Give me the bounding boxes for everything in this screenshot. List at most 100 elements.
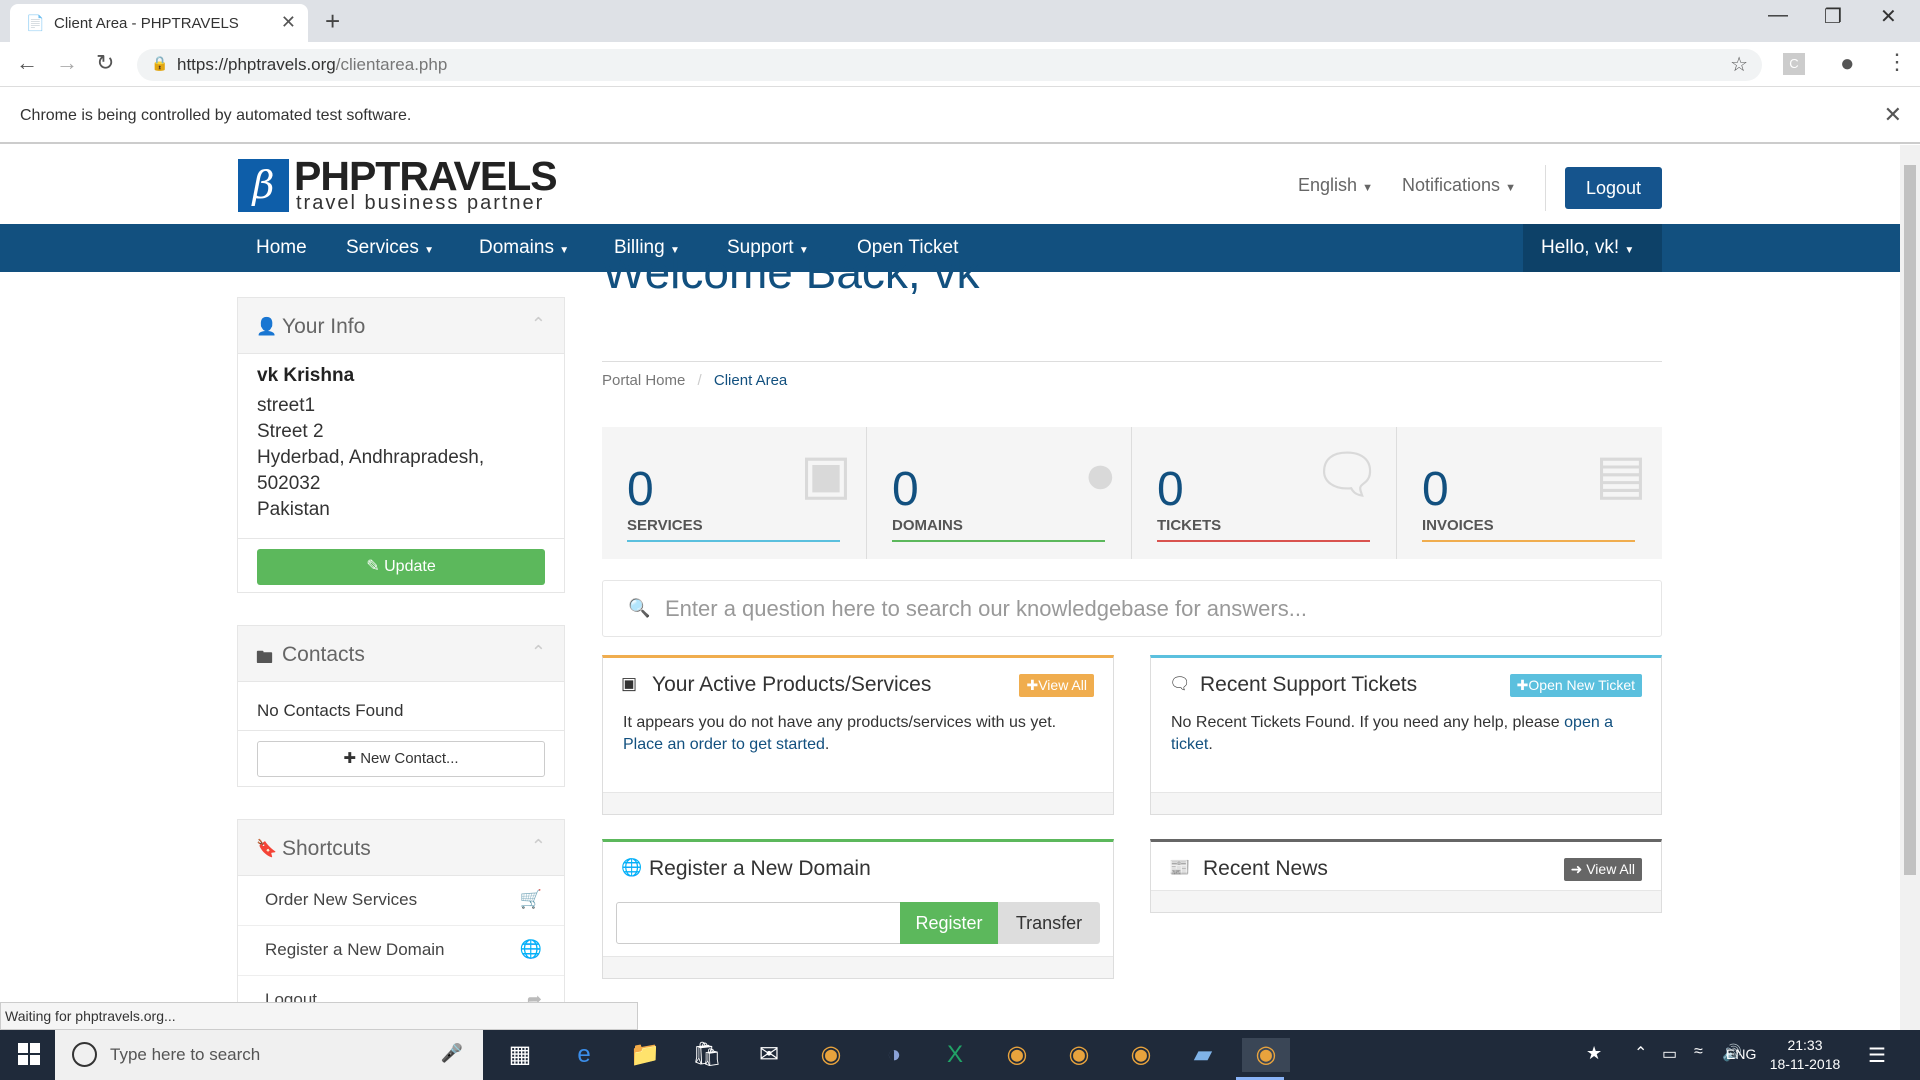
chrome-icon[interactable]: ◉ xyxy=(999,1038,1035,1072)
shortcut-register-domain[interactable]: Register a New Domain 🌐 xyxy=(238,926,564,976)
tray-chevron-up-icon[interactable]: ⌃ xyxy=(1634,1043,1647,1063)
stats-tiles: 0 SERVICES ▣ 0 DOMAINS ● 0 TICKETS 🗨 0 I… xyxy=(602,427,1662,559)
register-button[interactable]: Register xyxy=(900,902,998,944)
page-scrollbar[interactable] xyxy=(1900,145,1920,1030)
update-button[interactable]: ✎ Update xyxy=(257,549,545,585)
user-menu[interactable]: Hello, vk! ▼ xyxy=(1523,224,1662,272)
clock[interactable]: 21:33 18-11-2018 xyxy=(1760,1036,1850,1074)
address-line: 502032 xyxy=(257,473,321,494)
card-body: It appears you do not have any products/… xyxy=(623,714,1057,753)
chevron-up-icon[interactable]: ⌃ xyxy=(531,642,546,663)
view-all-products-button[interactable]: ✚View All xyxy=(1019,674,1094,697)
site-logo[interactable]: β PHPTRAVELS travel business partner xyxy=(238,153,570,214)
forward-icon[interactable]: → xyxy=(56,50,78,76)
new-contact-button[interactable]: ✚ New Contact... xyxy=(257,741,545,777)
stat-value: 0 xyxy=(1422,463,1449,516)
place-order-link[interactable]: Place an order to get started xyxy=(623,736,825,753)
comments-icon: 🗨 xyxy=(1312,443,1382,505)
close-tab-icon[interactable]: ✕ xyxy=(281,12,296,33)
cortana-icon xyxy=(72,1042,97,1067)
infobar-close-icon[interactable]: ✕ xyxy=(1884,102,1902,128)
menu-icon[interactable]: ⋮ xyxy=(1886,49,1908,75)
bookmark-star-icon[interactable]: ☆ xyxy=(1730,52,1748,77)
stat-invoices[interactable]: 0 INVOICES ▤ xyxy=(1397,427,1662,559)
stat-underline xyxy=(627,540,840,542)
task-view-icon[interactable]: ▦ xyxy=(502,1038,538,1072)
shortcut-order-new-services[interactable]: Order New Services 🛒 xyxy=(238,876,564,926)
wifi-icon[interactable]: ≈ xyxy=(1694,1043,1703,1061)
taskbar-search-box[interactable]: Type here to search 🎤 xyxy=(55,1030,483,1080)
language-dropdown[interactable]: English ▼ xyxy=(1298,175,1373,196)
stat-tickets[interactable]: 0 TICKETS 🗨 xyxy=(1132,427,1397,559)
people-icon[interactable]: ★ xyxy=(1586,1043,1602,1064)
stat-underline xyxy=(892,540,1105,542)
stat-services[interactable]: 0 SERVICES ▣ xyxy=(602,427,867,559)
chrome-active-icon[interactable]: ◉ xyxy=(1236,1038,1290,1080)
card-footer xyxy=(1151,792,1661,814)
notification-center-icon[interactable]: ☰ xyxy=(1868,1043,1886,1068)
nav-home[interactable]: Home xyxy=(256,237,307,259)
clock-time: 21:33 xyxy=(1787,1037,1823,1053)
logout-button[interactable]: Logout xyxy=(1565,167,1662,209)
app-icon[interactable]: ▰ xyxy=(1185,1038,1221,1072)
header-divider xyxy=(1545,165,1546,211)
notifications-dropdown[interactable]: Notifications ▼ xyxy=(1402,175,1516,196)
cube-icon: ▣ xyxy=(800,443,852,505)
chevron-up-icon[interactable]: ⌃ xyxy=(531,314,546,335)
nav-services[interactable]: Services ▼ xyxy=(346,237,434,259)
plus-icon: ✚ xyxy=(1026,677,1039,693)
panel-header[interactable]: 👤 Your Info ⌃ xyxy=(238,298,564,354)
view-all-news-button[interactable]: ➜ View All xyxy=(1563,858,1642,881)
extension-icon[interactable]: C xyxy=(1783,53,1805,75)
page-title: Welcome Back, vk xyxy=(602,246,980,298)
back-icon[interactable]: ← xyxy=(16,50,38,76)
card-title: Recent Support Tickets xyxy=(1200,673,1418,696)
reload-icon[interactable]: ↻ xyxy=(96,50,114,76)
edge-icon[interactable]: e xyxy=(566,1038,602,1072)
globe-icon: ● xyxy=(1083,443,1117,505)
battery-icon[interactable]: ▭ xyxy=(1662,1044,1677,1064)
transfer-button[interactable]: Transfer xyxy=(998,902,1100,944)
no-contacts-text: No Contacts Found xyxy=(257,701,404,720)
logo-tagline: travel business partner xyxy=(296,192,545,214)
minimize-icon[interactable]: — xyxy=(1768,4,1788,27)
profile-icon[interactable]: ● xyxy=(1840,50,1855,78)
domain-input[interactable] xyxy=(616,902,904,944)
card-header: 📰 Recent News ➜ View All xyxy=(1151,842,1661,892)
chrome-icon[interactable]: ◉ xyxy=(1061,1038,1097,1072)
address-bar[interactable]: 🔒 https://phptravels.org/clientarea.php … xyxy=(137,49,1762,81)
kb-search-input[interactable] xyxy=(665,591,1625,627)
folder-icon: 🖿 xyxy=(256,648,273,667)
language-indicator[interactable]: ENG xyxy=(1726,1046,1756,1062)
new-tab-icon[interactable]: + xyxy=(325,6,340,37)
restore-icon[interactable]: ❐ xyxy=(1824,4,1842,29)
chrome-icon[interactable]: ◉ xyxy=(1123,1038,1159,1072)
panel-header[interactable]: 🖿 Contacts ⌃ xyxy=(238,626,564,682)
card-body: No Recent Tickets Found. If you need any… xyxy=(1171,714,1614,753)
chrome-icon[interactable]: ◉ xyxy=(813,1038,849,1072)
eclipse-icon[interactable]: ◑ xyxy=(876,1038,912,1072)
file-explorer-icon[interactable]: 📁 xyxy=(627,1038,663,1072)
stat-underline xyxy=(1422,540,1635,542)
store-icon[interactable]: 🛍 xyxy=(689,1038,725,1072)
stat-domains[interactable]: 0 DOMAINS ● xyxy=(867,427,1132,559)
clock-date: 18-11-2018 xyxy=(1769,1056,1841,1072)
panel-title: Shortcuts xyxy=(282,837,371,860)
microphone-icon[interactable]: 🎤 xyxy=(441,1043,463,1064)
active-products-card: ▣ Your Active Products/Services ✚View Al… xyxy=(602,655,1114,815)
open-new-ticket-button[interactable]: ✚Open New Ticket xyxy=(1509,674,1642,697)
windows-start-icon[interactable] xyxy=(18,1043,40,1065)
scrollbar-thumb[interactable] xyxy=(1904,165,1916,875)
close-window-icon[interactable]: ✕ xyxy=(1880,4,1897,29)
mail-icon[interactable]: ✉ xyxy=(751,1038,787,1072)
browser-tab[interactable]: 📄 Client Area - PHPTRAVELS ✕ xyxy=(10,4,308,42)
card-footer xyxy=(1151,890,1661,912)
panel-header[interactable]: 🔖 Shortcuts ⌃ xyxy=(238,820,564,876)
excel-icon[interactable]: X xyxy=(937,1038,973,1072)
recent-news-card: 📰 Recent News ➜ View All xyxy=(1150,839,1662,913)
nav-domains[interactable]: Domains ▼ xyxy=(479,237,569,259)
pencil-icon: ✎ xyxy=(366,558,380,575)
breadcrumb-client-area: Client Area xyxy=(713,372,788,389)
breadcrumb-portal-home[interactable]: Portal Home xyxy=(602,372,685,389)
chevron-up-icon[interactable]: ⌃ xyxy=(531,836,546,857)
